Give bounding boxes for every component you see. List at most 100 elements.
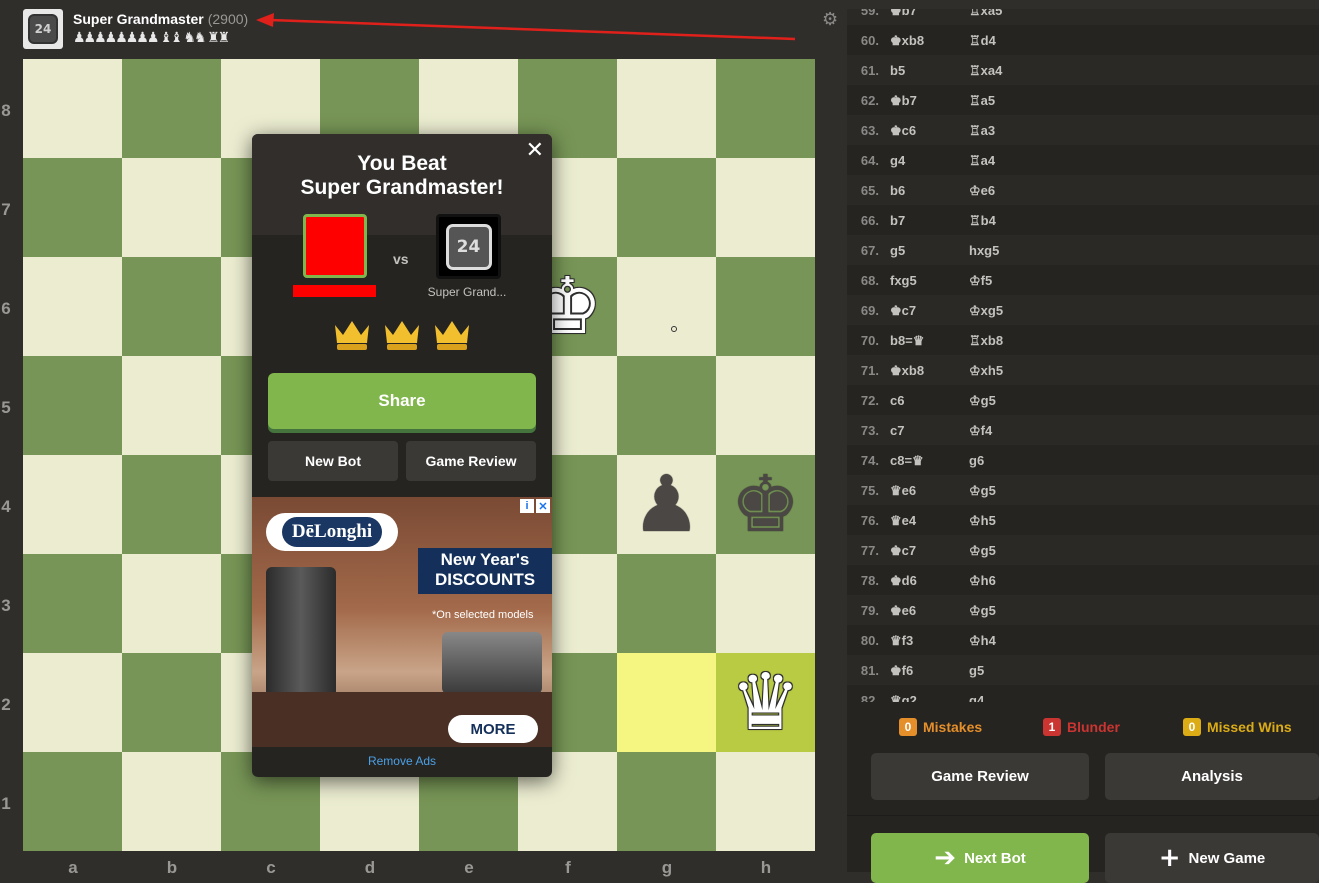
- black-move[interactable]: ♔h4: [969, 633, 996, 649]
- black-move[interactable]: ♖d4: [969, 33, 996, 49]
- square-b6[interactable]: [122, 257, 221, 356]
- square-a7[interactable]: [23, 158, 122, 257]
- white-move[interactable]: ♛f3: [890, 633, 913, 649]
- black-move[interactable]: ♔g5: [969, 483, 996, 499]
- white-piece-h2[interactable]: ♛: [716, 653, 815, 752]
- analysis-button[interactable]: Analysis: [1105, 753, 1319, 800]
- square-h6[interactable]: [716, 257, 815, 356]
- square-g4[interactable]: ♟: [617, 455, 716, 554]
- black-move[interactable]: g5: [969, 663, 984, 678]
- black-piece-h4[interactable]: ♚: [716, 455, 815, 554]
- white-move[interactable]: fxg5: [890, 273, 917, 288]
- black-move[interactable]: ♔g5: [969, 393, 996, 409]
- square-a4[interactable]: [23, 455, 122, 554]
- black-move[interactable]: ♔h6: [969, 573, 996, 589]
- info-icon[interactable]: i: [520, 499, 534, 513]
- black-move[interactable]: ♔xg5: [969, 303, 1003, 319]
- remove-ads-link[interactable]: Remove Ads: [252, 754, 552, 768]
- black-move[interactable]: ♔e6: [969, 183, 995, 199]
- white-move[interactable]: ♚c7: [890, 303, 916, 319]
- black-move[interactable]: ♔xh5: [969, 363, 1003, 379]
- black-move[interactable]: ♖a3: [969, 123, 995, 139]
- black-move[interactable]: ♖xa4: [969, 63, 1002, 79]
- white-move[interactable]: b5: [890, 63, 905, 78]
- new-game-button[interactable]: + New Game: [1105, 833, 1319, 883]
- blunder-stat[interactable]: 1 Blunder: [1043, 718, 1120, 736]
- black-move[interactable]: ♖a4: [969, 153, 995, 169]
- square-g2[interactable]: [617, 653, 716, 752]
- missed-wins-stat[interactable]: 0 Missed Wins: [1183, 718, 1292, 736]
- square-a2[interactable]: [23, 653, 122, 752]
- square-a8[interactable]: [23, 59, 122, 158]
- square-g8[interactable]: [617, 59, 716, 158]
- move-list[interactable]: 59. ♚b7 ♖xa5 60. ♚xb8 ♖d4 61. b5 ♖xa4 62. ♚b7 ♖a5 63…: [847, 9, 1319, 702]
- opponent-name[interactable]: Super Grandmaster (2900): [73, 11, 248, 27]
- black-piece-g4[interactable]: ♟: [617, 455, 716, 554]
- square-h3[interactable]: [716, 554, 815, 653]
- square-h5[interactable]: [716, 356, 815, 455]
- white-move[interactable]: ♛e4: [890, 513, 916, 529]
- white-move[interactable]: ♚c7: [890, 543, 916, 559]
- square-g5[interactable]: [617, 356, 716, 455]
- square-g3[interactable]: [617, 554, 716, 653]
- game-review-button[interactable]: Game Review: [406, 441, 536, 481]
- black-move[interactable]: ♔g5: [969, 603, 996, 619]
- white-move[interactable]: b6: [890, 183, 905, 198]
- white-move[interactable]: b7: [890, 213, 905, 228]
- square-a5[interactable]: [23, 356, 122, 455]
- white-move[interactable]: b8=♛: [890, 333, 924, 349]
- white-move[interactable]: g4: [890, 153, 905, 168]
- square-g1[interactable]: [617, 752, 716, 851]
- white-move[interactable]: ♚xb8: [890, 33, 924, 49]
- square-b8[interactable]: [122, 59, 221, 158]
- share-button[interactable]: Share: [268, 373, 536, 429]
- square-g6[interactable]: [617, 257, 716, 356]
- square-b1[interactable]: [122, 752, 221, 851]
- white-move[interactable]: ♚c6: [890, 123, 916, 139]
- mistakes-stat[interactable]: 0 Mistakes: [899, 718, 982, 736]
- square-a3[interactable]: [23, 554, 122, 653]
- ad-more-button[interactable]: MORE: [448, 715, 538, 743]
- square-b5[interactable]: [122, 356, 221, 455]
- new-bot-button[interactable]: New Bot: [268, 441, 398, 481]
- black-move[interactable]: hxg5: [969, 243, 999, 258]
- gear-icon[interactable]: ⚙: [822, 9, 838, 30]
- white-move[interactable]: ♚d6: [890, 573, 917, 589]
- square-a6[interactable]: [23, 257, 122, 356]
- white-move[interactable]: ♚f6: [890, 663, 913, 679]
- black-move[interactable]: ♔f5: [969, 273, 992, 289]
- advertisement[interactable]: DēLonghi New Year's DISCOUNTS *On select…: [252, 497, 552, 747]
- square-b4[interactable]: [122, 455, 221, 554]
- white-move[interactable]: c6: [890, 393, 904, 408]
- white-move[interactable]: c8=♛: [890, 453, 924, 469]
- square-b3[interactable]: [122, 554, 221, 653]
- white-move[interactable]: ♚e6: [890, 603, 916, 619]
- black-move[interactable]: ♔g5: [969, 543, 996, 559]
- square-a1[interactable]: [23, 752, 122, 851]
- white-move[interactable]: c7: [890, 423, 904, 438]
- black-move[interactable]: ♖b4: [969, 213, 996, 229]
- game-review-panel-button[interactable]: Game Review: [871, 753, 1089, 800]
- white-move[interactable]: ♚xb8: [890, 363, 924, 379]
- ad-choices[interactable]: i ✕: [520, 499, 550, 513]
- square-h7[interactable]: [716, 158, 815, 257]
- square-g7[interactable]: [617, 158, 716, 257]
- black-move[interactable]: ♔h5: [969, 513, 996, 529]
- white-move[interactable]: g5: [890, 243, 905, 258]
- white-move[interactable]: ♛e6: [890, 483, 916, 499]
- black-move[interactable]: g4: [969, 693, 984, 702]
- square-h1[interactable]: [716, 752, 815, 851]
- next-bot-button[interactable]: ➔ Next Bot: [871, 833, 1089, 883]
- black-move[interactable]: ♖xa5: [969, 9, 1002, 19]
- white-move[interactable]: ♚b7: [890, 9, 917, 19]
- close-ad-icon[interactable]: ✕: [536, 499, 550, 513]
- black-move[interactable]: ♔f4: [969, 423, 992, 439]
- bot-avatar[interactable]: 24: [23, 9, 63, 49]
- white-move[interactable]: ♛g2: [890, 693, 917, 702]
- square-h8[interactable]: [716, 59, 815, 158]
- square-h2[interactable]: ♛: [716, 653, 815, 752]
- black-move[interactable]: ♖xb8: [969, 333, 1003, 349]
- square-b7[interactable]: [122, 158, 221, 257]
- square-h4[interactable]: ♚: [716, 455, 815, 554]
- black-move[interactable]: ♖a5: [969, 93, 995, 109]
